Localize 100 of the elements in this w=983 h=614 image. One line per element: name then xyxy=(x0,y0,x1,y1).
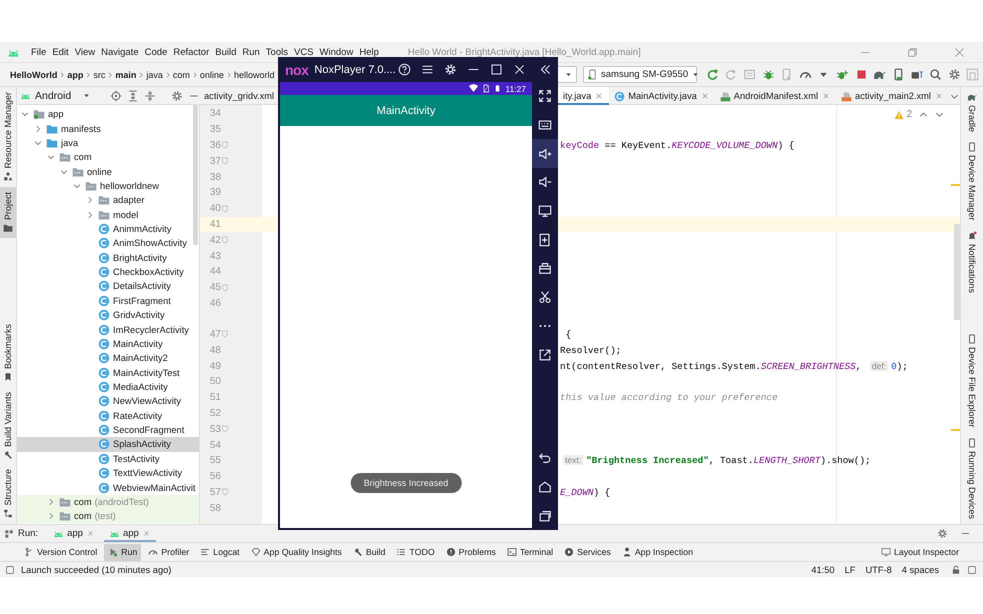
square-icon[interactable] xyxy=(5,564,15,574)
fullscreen-icon[interactable] xyxy=(538,89,552,104)
scissors-icon[interactable] xyxy=(538,290,552,304)
warning-count[interactable]: 2 xyxy=(906,109,912,120)
editor-tab[interactable]: ity.java xyxy=(558,87,610,105)
tree-item[interactable]: adapter xyxy=(17,193,199,208)
tree-item[interactable]: CheckboxActivity xyxy=(17,264,199,280)
editor-tab[interactable]: MainActivity.java xyxy=(609,87,715,105)
status-item[interactable]: LF xyxy=(844,564,856,574)
tree-item[interactable]: BrightActivity xyxy=(17,250,199,265)
menu-item[interactable]: Build xyxy=(212,46,240,58)
tool-window-button[interactable]: App Inspection xyxy=(618,544,698,560)
breadcrumb-item[interactable]: online xyxy=(198,70,225,80)
tree-item[interactable]: WebviewMainActivit xyxy=(17,480,199,495)
rerun-icon[interactable] xyxy=(706,68,719,81)
menu-item[interactable]: Help xyxy=(356,46,382,58)
fold-marker-icon[interactable] xyxy=(221,236,229,244)
tree-item[interactable]: MainActivityTest xyxy=(17,365,199,380)
tree-item[interactable]: GridvActivity xyxy=(17,308,199,322)
tree-item[interactable]: app xyxy=(17,107,199,122)
scrollbar[interactable] xyxy=(954,224,960,320)
package-icon[interactable] xyxy=(910,68,924,81)
run-tab[interactable]: app xyxy=(104,525,156,542)
expand-all-icon[interactable] xyxy=(126,90,139,102)
tool-window-button[interactable]: Device File Explorer xyxy=(964,329,980,433)
editor-tab[interactable]: AndroidManifest.xml xyxy=(714,87,836,105)
menu-item[interactable]: Navigate xyxy=(98,46,142,58)
breadcrumb-item[interactable]: app xyxy=(66,70,84,80)
add-file-icon[interactable] xyxy=(538,232,552,247)
tree-item[interactable]: ImRecyclerActivity xyxy=(17,322,199,337)
tree-item[interactable]: MediaActivity xyxy=(17,380,199,394)
tool-window-button[interactable]: Device Manager xyxy=(964,137,980,226)
tree-item[interactable]: TexttViewActivity xyxy=(17,466,199,480)
bug-icon[interactable] xyxy=(762,68,775,81)
fold-marker-icon[interactable] xyxy=(221,425,229,434)
tree-item[interactable]: SecondFragment xyxy=(17,422,199,438)
selected-tool-background[interactable] xyxy=(532,139,558,168)
tree-item[interactable]: RateActivity xyxy=(17,408,199,423)
tool-window-button[interactable]: Logcat xyxy=(196,544,244,560)
tree-item[interactable]: model xyxy=(17,208,199,222)
fold-marker-icon[interactable] xyxy=(221,141,229,150)
monitor-icon[interactable] xyxy=(538,204,552,218)
device-dropdown[interactable]: samsung SM-G9550 xyxy=(583,66,697,83)
breadcrumb-item[interactable]: helloworld xyxy=(232,70,276,80)
editor-tab[interactable]: activity_gridv.xml xyxy=(200,87,276,105)
collapse-all-icon[interactable] xyxy=(144,90,156,102)
run-tab[interactable]: app xyxy=(48,525,100,542)
tool-window-button[interactable]: Notifications xyxy=(964,226,980,298)
menu-item[interactable]: Tools xyxy=(262,46,291,58)
menu-item[interactable]: File xyxy=(28,46,50,58)
tool-window-button[interactable]: Version Control xyxy=(20,544,102,560)
breadcrumb-item[interactable]: main xyxy=(114,70,138,80)
layout-icon[interactable] xyxy=(4,528,14,538)
editor-tab[interactable]: activity_main2.xml xyxy=(836,87,949,105)
tree-item[interactable]: online xyxy=(17,164,199,179)
status-item[interactable]: UTF-8 xyxy=(865,564,892,574)
tool-window-button[interactable]: Problems xyxy=(442,544,500,560)
tool-window-button[interactable]: Services xyxy=(560,544,615,560)
tool-window-button[interactable]: Gradle xyxy=(964,87,980,138)
tool-window-button[interactable]: Build Variants xyxy=(0,386,16,464)
toolbox-icon[interactable] xyxy=(538,261,552,276)
volume-down-icon[interactable] xyxy=(538,175,552,190)
tool-window-button[interactable]: Terminal xyxy=(502,544,558,560)
fold-marker-icon[interactable] xyxy=(221,157,229,166)
restore-icon[interactable] xyxy=(907,46,918,58)
breadcrumb-item[interactable]: src xyxy=(92,70,106,80)
tree-item[interactable]: MainActivity xyxy=(17,336,199,352)
breadcrumb-item[interactable]: HelloWorld xyxy=(9,70,58,80)
menu-item[interactable]: Code xyxy=(142,46,170,58)
double-chevron-icon[interactable] xyxy=(538,63,552,76)
breadcrumb-item[interactable]: com xyxy=(172,70,191,80)
bug-icon[interactable] xyxy=(836,68,849,81)
tree-item[interactable]: helloworldnew xyxy=(17,178,199,194)
stop-icon[interactable] xyxy=(854,68,868,81)
lock-icon[interactable] xyxy=(951,564,961,574)
tool-window-button[interactable]: Project xyxy=(0,186,16,238)
fold-marker-icon[interactable] xyxy=(221,488,229,496)
menu-item[interactable]: VCS xyxy=(290,46,317,58)
fold-marker-icon[interactable] xyxy=(221,330,229,338)
keyboard-icon[interactable] xyxy=(538,118,552,132)
tree-item[interactable]: AnimmActivity xyxy=(17,222,199,236)
device-icon[interactable] xyxy=(892,68,905,81)
tool-window-button[interactable]: App Quality Insights xyxy=(246,544,346,560)
status-item[interactable]: 41:50 xyxy=(811,564,835,574)
tree-item[interactable]: manifests xyxy=(17,121,199,136)
recents-icon[interactable] xyxy=(538,508,552,523)
tree-item[interactable]: TestActivity xyxy=(17,452,199,466)
tool-window-button[interactable]: Layout Inspector xyxy=(876,544,963,560)
tool-window-button[interactable]: Running Devices xyxy=(964,432,980,524)
help-icon[interactable] xyxy=(398,63,411,76)
tree-item[interactable]: MainActivity2 xyxy=(17,351,199,366)
menu-item[interactable]: Window xyxy=(316,46,356,58)
tree-item[interactable]: AnimShowActivity xyxy=(17,236,199,251)
tool-window-button[interactable]: Resource Manager xyxy=(0,87,16,187)
menu-item[interactable]: View xyxy=(72,46,98,58)
status-item[interactable]: 4 spaces xyxy=(902,564,939,574)
locate-icon[interactable] xyxy=(110,90,122,102)
tree-item[interactable]: FirstFragment xyxy=(17,294,199,308)
breadcrumb-item[interactable]: java xyxy=(145,70,164,80)
scrollbar[interactable] xyxy=(193,105,198,245)
